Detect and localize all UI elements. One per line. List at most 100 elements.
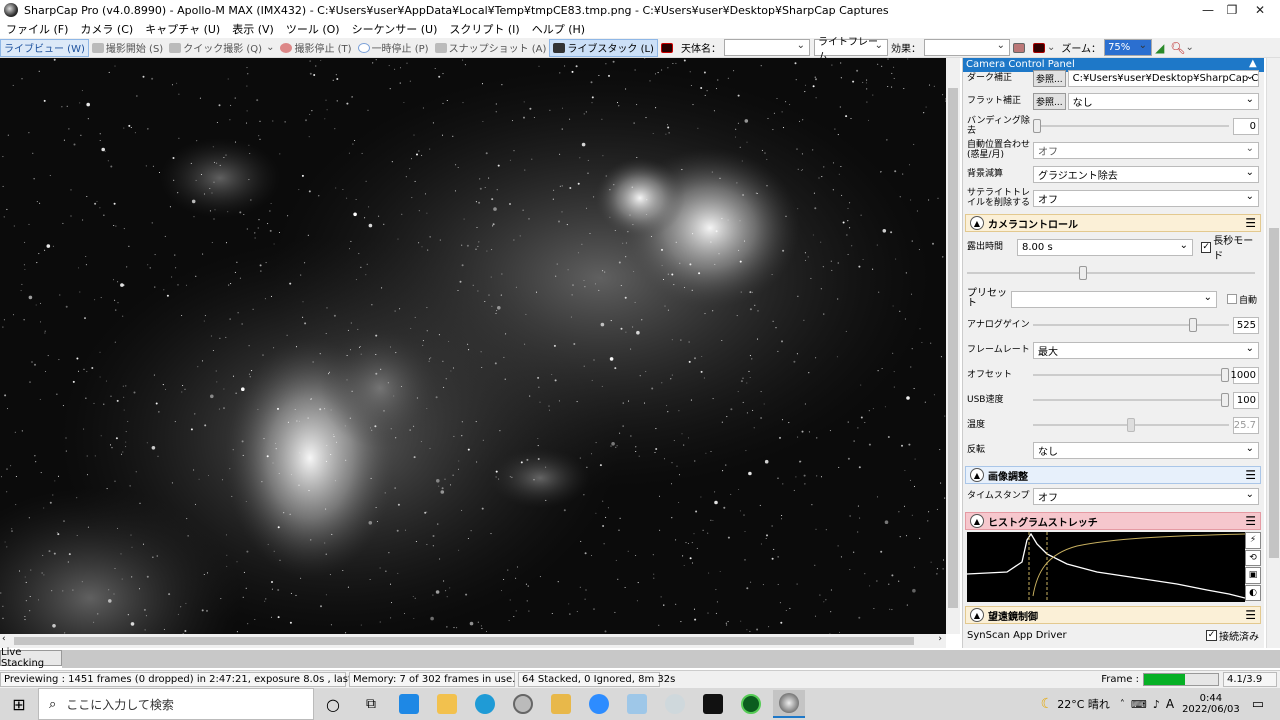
explorer-app[interactable] <box>431 690 463 718</box>
live-stack-button[interactable]: ライブスタック (L) <box>549 38 658 57</box>
menu-help[interactable]: ヘルプ (H) <box>526 21 591 37</box>
chevron-down-icon[interactable]: ⌄ <box>266 42 274 53</box>
histogram-button[interactable]: ◢ <box>1152 39 1167 57</box>
sharpcap-app[interactable] <box>773 690 805 718</box>
menu-icon[interactable]: ☰ <box>1245 514 1256 528</box>
menu-camera[interactable]: カメラ (C) <box>74 21 139 37</box>
scroll-thumb[interactable] <box>14 637 914 645</box>
grid-button[interactable]: ⌄ <box>1030 39 1058 57</box>
flip-combo[interactable]: なし <box>1033 441 1259 459</box>
offset-value[interactable]: 1000 <box>1231 366 1259 384</box>
menu-tools[interactable]: ツール (O) <box>280 21 346 37</box>
dark-combo[interactable]: C:¥Users¥user¥Desktop¥SharpCap Capt... <box>1067 69 1259 87</box>
task-view-button[interactable]: ⧉ <box>355 690 387 718</box>
collapse-icon[interactable]: ▲ <box>970 468 984 482</box>
menu-icon[interactable]: ☰ <box>1245 468 1256 482</box>
zoom-combo[interactable]: 75% <box>1104 39 1153 56</box>
speaker-icon[interactable]: ♪ <box>1153 698 1160 711</box>
histogram-section[interactable]: ▲ ヒストグラムストレッチ ☰ <box>965 512 1261 530</box>
effect-combo[interactable] <box>923 39 1010 56</box>
scroll-thumb[interactable] <box>1269 228 1279 558</box>
align-combo[interactable]: オフ <box>1033 141 1259 159</box>
gain-value[interactable]: 525 <box>1233 316 1259 334</box>
image-adjust-section[interactable]: ▲ 画像調整 ☰ <box>965 466 1261 484</box>
chevron-down-icon[interactable]: ⌄ <box>1047 42 1055 53</box>
reset-icon[interactable]: ⟲ <box>1245 549 1261 566</box>
close-button[interactable]: ✕ <box>1240 0 1280 20</box>
ime-indicator[interactable]: A <box>1166 697 1174 711</box>
flat-combo[interactable]: なし <box>1067 92 1259 110</box>
live-image-view[interactable] <box>0 58 946 634</box>
banding-slider[interactable] <box>1033 118 1229 134</box>
long-exposure-checkbox[interactable]: ✓ 長秒モード <box>1201 232 1259 262</box>
red-square-button[interactable] <box>658 39 678 57</box>
app-stellarium[interactable] <box>659 690 691 718</box>
connected-checkbox[interactable]: ✓ 接続済み <box>1206 628 1259 643</box>
dark-browse-button[interactable]: 参照... <box>1033 69 1066 87</box>
auto-checkbox[interactable]: 自動 <box>1227 293 1257 306</box>
app-paper[interactable] <box>621 690 653 718</box>
banding-value[interactable]: 0 <box>1233 117 1259 135</box>
contrast-icon[interactable]: ◐ <box>1245 584 1261 601</box>
auto-stretch-icon[interactable]: ⚡︎ <box>1245 532 1261 549</box>
start-button[interactable]: ⊞ <box>3 690 35 718</box>
target-name-combo[interactable] <box>723 39 810 56</box>
zoom-app[interactable] <box>583 690 615 718</box>
camera-control-section[interactable]: ▲ カメラコントロール ☰ <box>965 214 1261 232</box>
usb-value[interactable]: 100 <box>1233 391 1259 409</box>
menu-sequencer[interactable]: シーケンサー (U) <box>346 21 444 37</box>
sat-combo[interactable]: オフ <box>1033 189 1259 207</box>
menu-icon[interactable]: ☰ <box>1245 608 1256 622</box>
magnifier-button[interactable]: 🔍︎ ⌄ <box>1167 39 1197 57</box>
chevron-up-icon[interactable]: ˄ <box>1120 699 1125 710</box>
timestamp-combo[interactable]: オフ <box>1033 487 1259 505</box>
snapshot-button[interactable]: スナップショット (A) <box>432 39 550 57</box>
gain-slider[interactable] <box>1033 317 1229 333</box>
menu-view[interactable]: 表示 (V) <box>226 21 280 37</box>
collapse-icon[interactable]: ▲ <box>970 608 984 622</box>
taskbar-search[interactable]: ⌕ ここに入力して検索 <box>38 688 314 720</box>
network-icon[interactable]: ⌨︎ <box>1131 698 1147 711</box>
bg-combo[interactable]: グラジエント除去 <box>1033 165 1259 183</box>
offset-slider[interactable] <box>1033 367 1229 383</box>
image-horizontal-scrollbar[interactable]: ‹ › <box>0 634 946 648</box>
exposure-slider[interactable] <box>967 265 1255 281</box>
panel-scrollbar[interactable] <box>1266 58 1280 648</box>
app-green[interactable] <box>735 690 767 718</box>
menu-icon[interactable]: ☰ <box>1245 216 1256 230</box>
flat-browse-button[interactable]: 参照... <box>1033 92 1066 110</box>
live-stacking-tab[interactable]: Live Stacking <box>0 647 62 669</box>
collapse-icon[interactable]: ▲ <box>970 216 984 230</box>
clock[interactable]: 0:44 2022/06/03 <box>1182 693 1240 715</box>
start-capture-button[interactable]: 撮影開始 (S) <box>89 39 166 57</box>
mail-app[interactable] <box>393 690 425 718</box>
usb-slider[interactable] <box>1033 392 1229 408</box>
pause-button[interactable]: 一時停止 (P) <box>355 39 432 57</box>
app-folder2[interactable] <box>545 690 577 718</box>
framerate-combo[interactable]: 最大 <box>1033 341 1259 359</box>
chevron-down-icon[interactable]: ⌄ <box>1186 42 1194 53</box>
exposure-input[interactable]: 8.00 s <box>1017 238 1193 256</box>
cortana-button[interactable]: ○ <box>317 690 349 718</box>
scroll-left-icon[interactable]: ‹ <box>2 634 6 644</box>
app-terminal[interactable] <box>697 690 729 718</box>
scroll-right-icon[interactable]: › <box>938 634 942 644</box>
weather-text[interactable]: 22°C 晴れ <box>1057 696 1110 712</box>
menu-scripting[interactable]: スクリプト (I) <box>443 21 525 37</box>
menu-file[interactable]: ファイル (F) <box>0 21 74 37</box>
frame-type-combo[interactable]: ライトフレーム <box>813 37 888 63</box>
image-vertical-scrollbar[interactable] <box>946 58 960 634</box>
live-view-button[interactable]: ライブビュー (W) <box>0 38 89 57</box>
collapse-icon[interactable]: ▲ <box>970 514 984 528</box>
edge-app[interactable] <box>469 690 501 718</box>
color-box-button[interactable] <box>1010 39 1030 57</box>
app-spiral[interactable] <box>507 690 539 718</box>
menu-capture[interactable]: キャプチャ (U) <box>139 21 226 37</box>
scroll-thumb[interactable] <box>948 88 958 608</box>
quick-capture-button[interactable]: クイック撮影 (Q) ⌄ <box>166 39 277 57</box>
preset-combo[interactable] <box>1011 290 1217 308</box>
stop-capture-button[interactable]: 撮影停止 (T) <box>277 39 354 57</box>
notification-icon[interactable]: ▭ <box>1252 697 1264 712</box>
save-icon[interactable]: ▣ <box>1245 567 1261 584</box>
telescope-section[interactable]: ▲ 望遠鏡制御 ☰ <box>965 606 1261 624</box>
